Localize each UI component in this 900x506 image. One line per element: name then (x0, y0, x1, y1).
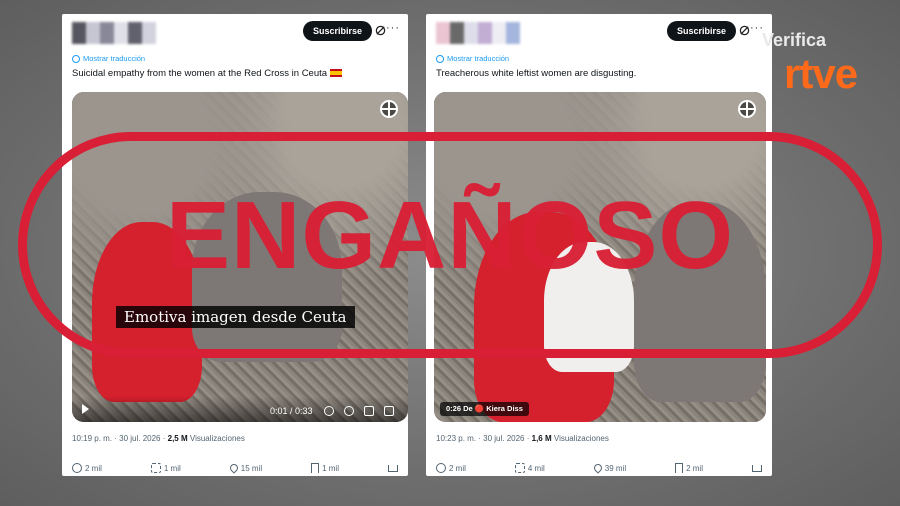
heart-icon (228, 462, 240, 474)
video-time-badge: 0:26 De 🔴 Kiera Diss (440, 402, 529, 416)
bookmark-icon (311, 463, 320, 473)
tweet-body: Suicidal empathy from the women at the R… (72, 68, 328, 79)
reply-count: 2 mil (85, 463, 102, 473)
more-icon[interactable]: ··· (386, 22, 400, 34)
volume-icon[interactable] (324, 406, 334, 416)
share-icon (387, 464, 398, 472)
views-count: 2,5 M (167, 434, 188, 443)
reply-icon (436, 463, 446, 473)
share-icon (751, 464, 762, 472)
like-count: 15 mil (240, 463, 263, 473)
heart-icon (592, 462, 604, 474)
reply-icon (72, 463, 82, 473)
repost-count: 4 mil (527, 463, 545, 473)
reply-count: 2 mil (449, 463, 466, 473)
grok-icon[interactable] (375, 25, 386, 36)
share-button[interactable] (751, 464, 762, 472)
bookmark-button[interactable]: 1 mil (311, 463, 339, 473)
tweet-header: Suscribirse ··· (434, 20, 764, 48)
show-translation-link[interactable]: Mostrar traducción (72, 54, 145, 63)
translate-label: Mostrar traducción (447, 54, 510, 63)
blurred-author (436, 22, 520, 44)
bookmark-count: 1 mil (322, 463, 339, 473)
video-time: 0:01 / 0:33 (270, 406, 313, 416)
globe-icon (738, 100, 756, 118)
play-icon[interactable] (82, 404, 89, 414)
rtve-verifica-logo: Verifica rtve (762, 30, 882, 102)
globe-icon (380, 100, 398, 118)
spain-flag-icon (330, 69, 343, 77)
tweet-text: Treacherous white leftist women are disg… (436, 68, 762, 79)
repost-count: 1 mil (163, 463, 181, 473)
video-controls: 0:01 / 0:33 (72, 396, 408, 422)
tweet-timestamp[interactable]: 10:23 p. m. · 30 jul. 2026 · (436, 434, 529, 443)
subscribe-button[interactable]: Suscribirse (666, 21, 736, 41)
like-button[interactable]: 15 mil (228, 462, 263, 474)
show-translation-link[interactable]: Mostrar traducción (436, 54, 509, 63)
subscribe-button[interactable]: Suscribirse (302, 21, 372, 41)
tweet-body: Treacherous white leftist women are disg… (436, 68, 637, 79)
tweet-timestamp[interactable]: 10:19 p. m. · 30 jul. 2026 · (72, 434, 165, 443)
grok-icon[interactable] (739, 25, 750, 36)
like-button[interactable]: 39 mil (592, 462, 627, 474)
repost-icon (150, 463, 161, 473)
translate-icon (72, 54, 80, 63)
reply-button[interactable]: 2 mil (72, 463, 102, 473)
tweet-actions: 2 mil 4 mil 39 mil 2 mil (436, 461, 762, 475)
blurred-author (72, 22, 156, 44)
tweet-meta: 10:19 p. m. · 30 jul. 2026 · 2,5 M Visua… (72, 434, 245, 443)
repost-button[interactable]: 4 mil (514, 463, 545, 473)
translate-icon (436, 54, 444, 63)
reply-button[interactable]: 2 mil (436, 463, 466, 473)
verifica-label: Verifica (762, 30, 827, 50)
views-label: Visualizaciones (553, 434, 609, 443)
views-count: 1,6 M (531, 434, 552, 443)
rtve-label: rtve (784, 50, 858, 97)
tweet-header: Suscribirse ··· (70, 20, 400, 48)
translate-label: Mostrar traducción (83, 54, 146, 63)
tweet-actions: 2 mil 1 mil 15 mil 1 mil (72, 461, 398, 475)
bookmark-button[interactable]: 2 mil (675, 463, 703, 473)
bookmark-icon (675, 463, 684, 473)
repost-button[interactable]: 1 mil (150, 463, 181, 473)
like-count: 39 mil (604, 463, 627, 473)
bookmark-count: 2 mil (686, 463, 703, 473)
share-button[interactable] (387, 464, 398, 472)
repost-icon (514, 463, 525, 473)
pip-icon[interactable] (364, 406, 374, 416)
tweet-text: Suicidal empathy from the women at the R… (72, 68, 398, 79)
tweet-meta: 10:23 p. m. · 30 jul. 2026 · 1,6 M Visua… (436, 434, 609, 443)
fullscreen-icon[interactable] (384, 406, 394, 416)
misleading-stamp-word: ENGAÑOSO (165, 182, 735, 289)
settings-icon[interactable] (344, 406, 354, 416)
views-label: Visualizaciones (189, 434, 245, 443)
